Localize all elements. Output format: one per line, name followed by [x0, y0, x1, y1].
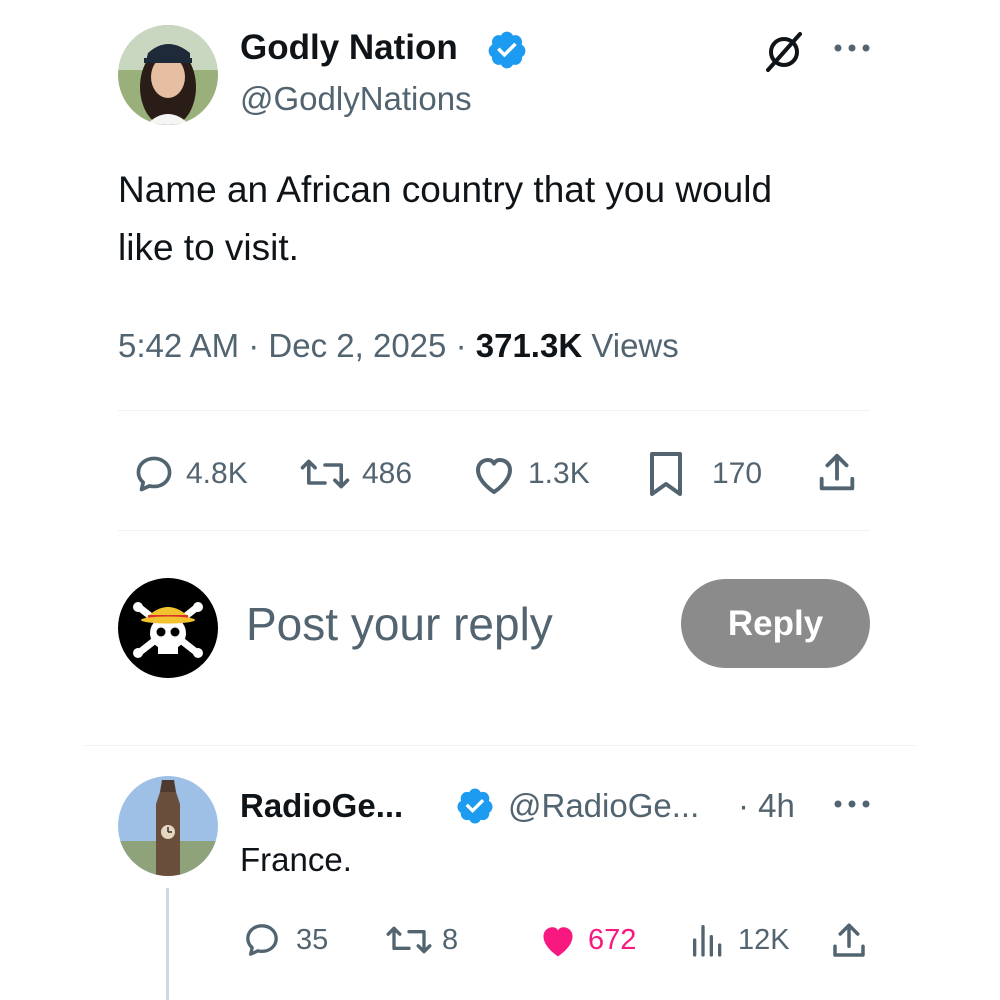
- reply-repost-count: 8: [442, 923, 459, 956]
- heart-icon: [476, 458, 512, 494]
- reply-count: 4.8K: [186, 457, 248, 490]
- verified-badge-icon: [455, 786, 495, 826]
- repost-icon: [386, 926, 432, 954]
- reply-views-action[interactable]: 12K: [688, 920, 790, 960]
- current-user-avatar[interactable]: [118, 578, 218, 678]
- bookmark-icon: [650, 452, 682, 496]
- bookmark-count: 170: [712, 457, 763, 490]
- reply-icon: [136, 456, 172, 492]
- reply-reply-action[interactable]: 35: [242, 920, 328, 960]
- analytics-icon: [693, 925, 722, 957]
- tweet-time[interactable]: 5:42 AM: [118, 327, 239, 364]
- views-label: Views: [591, 327, 679, 364]
- heart-filled-icon: [543, 927, 573, 957]
- views-count: 371.3K: [475, 327, 583, 364]
- divider: [84, 745, 916, 746]
- jolly-roger-icon: [118, 578, 218, 678]
- thread-line: [166, 888, 169, 1000]
- tweet-date[interactable]: Dec 2, 2025: [268, 327, 446, 364]
- reply-author-avatar[interactable]: [118, 776, 218, 876]
- reply-input[interactable]: Post your reply: [246, 597, 553, 651]
- divider: [118, 530, 870, 531]
- bookmark-action[interactable]: 170: [644, 450, 762, 498]
- tweet-metadata: 5:42 AM · Dec 2, 2025 · 371.3K Views: [118, 327, 679, 365]
- reply-more-options-icon[interactable]: [832, 798, 872, 810]
- reply-share-icon[interactable]: [828, 920, 870, 962]
- like-action[interactable]: 1.3K: [470, 452, 590, 496]
- reply-reply-count: 35: [296, 923, 329, 956]
- like-count: 1.3K: [528, 457, 590, 490]
- more-options-icon[interactable]: [832, 42, 872, 54]
- tweet-text: Name an African country that you would l…: [118, 169, 773, 268]
- author-avatar[interactable]: [118, 25, 218, 125]
- reply-views-count: 12K: [738, 923, 790, 956]
- reply-repost-action[interactable]: 8: [384, 920, 458, 960]
- reply-timestamp[interactable]: · 4h: [738, 787, 795, 825]
- verified-badge-icon: [486, 29, 528, 71]
- separator-dot: ·: [248, 327, 260, 364]
- divider: [118, 410, 870, 411]
- grok-icon[interactable]: [762, 30, 806, 74]
- clock-tower-icon: [118, 776, 218, 876]
- author-handle[interactable]: @GodlyNations: [240, 80, 472, 118]
- reply-text: France.: [240, 841, 352, 878]
- reply-author-handle[interactable]: @RadioGe...: [508, 787, 699, 825]
- reply-icon: [246, 924, 278, 956]
- reply-like-count: 672: [588, 923, 637, 956]
- reply-like-action[interactable]: 672: [536, 920, 636, 960]
- repost-count: 486: [362, 457, 413, 490]
- repost-action[interactable]: 486: [298, 452, 412, 496]
- reply-button[interactable]: Reply: [681, 579, 870, 668]
- author-display-name[interactable]: Godly Nation: [240, 28, 458, 68]
- reply-author-display-name[interactable]: RadioGe...: [240, 787, 403, 825]
- profile-photo-icon: [118, 25, 218, 125]
- reply-action[interactable]: 4.8K: [132, 452, 248, 496]
- share-icon[interactable]: [814, 450, 860, 496]
- repost-icon: [300, 459, 350, 489]
- separator-dot: ·: [455, 327, 467, 364]
